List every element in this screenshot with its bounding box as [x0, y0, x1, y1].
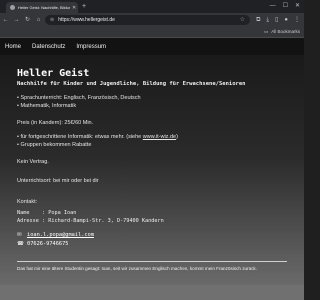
site-info-icon[interactable]: ⊜ — [50, 17, 54, 23]
phone-icon: ☎ — [17, 241, 24, 247]
download-icon[interactable]: ⤓ — [266, 13, 269, 27]
address-url[interactable]: https://www.hellergeist.de — [58, 17, 115, 23]
home-icon[interactable]: ⌂ — [33, 13, 44, 27]
note-suffix: ) — [176, 134, 178, 140]
main-content: Heller Geist Nachhilfe für Kinder und Ju… — [0, 55, 304, 285]
all-bookmarks-button[interactable]: ▭ All Bookmarks — [264, 28, 300, 36]
folder-icon: ▭ — [263, 29, 269, 34]
minimize-icon[interactable]: — — [270, 1, 276, 11]
location-text: Unterrichtsort: bei mir oder bei dir — [17, 178, 99, 184]
reload-icon[interactable]: ↻ — [22, 13, 33, 27]
note-item: Gruppen bekommen Rabatte — [17, 142, 91, 148]
toolbar-actions: ⧉ ⤓ ▯ ● ⋮ — [256, 13, 300, 27]
sidepanel-icon[interactable]: ▯ — [275, 13, 278, 27]
note-item: für fortgeschrittene Informatik: etwas m… — [17, 134, 178, 140]
site-nav: Home Datenschutz Impressum — [0, 38, 304, 55]
forward-icon[interactable]: → — [11, 13, 22, 27]
window-controls: — ☐ ✕ — [270, 1, 300, 11]
contact-heading: Kontakt: — [17, 199, 38, 205]
nav-impressum[interactable]: Impressum — [76, 44, 106, 50]
browser-toolbar: ← → ↻ ⌂ ⊜ https://www.hellergeist.de ☆ ⧉… — [0, 13, 304, 27]
email-icon: ✉ — [17, 232, 22, 238]
browser-tab[interactable]: Heller Geist: Nachhilfe, Bildung... ✕ — [6, 2, 78, 13]
bookmark-star-icon[interactable]: ☆ — [240, 16, 245, 24]
contract-text: Kein Vertrag. — [17, 159, 49, 165]
extensions-icon[interactable]: ⧉ — [256, 13, 260, 27]
subject-item: Mathematik, Informatik — [17, 103, 76, 109]
close-tab-icon[interactable]: ✕ — [72, 5, 76, 11]
menu-icon[interactable]: ⋮ — [294, 13, 300, 27]
maximize-icon[interactable]: ☐ — [283, 1, 288, 11]
contact-name: Name : Popa Ioan — [17, 210, 77, 216]
close-window-icon[interactable]: ✕ — [295, 1, 300, 11]
price-text: Preis (in Kandern): 25€/60 Min. — [17, 120, 94, 126]
tab-title: Heller Geist: Nachhilfe, Bildung... — [18, 5, 70, 10]
page-bottom — [0, 285, 304, 300]
address-bar[interactable]: ⊜ https://www.hellergeist.de ☆ — [45, 15, 250, 25]
footer-quote: Das hat mir eine ältere Studentin gesagt… — [17, 266, 257, 271]
profile-icon[interactable]: ● — [284, 13, 288, 27]
subject-item: Sprachunterricht: Englisch, Französisch,… — [17, 95, 140, 101]
favicon-icon — [10, 5, 15, 10]
it-wiz-link[interactable]: www.it-wiz.de — [143, 134, 176, 140]
phone-number: 07626-9746675 — [27, 241, 69, 247]
all-bookmarks-label: All Bookmarks — [271, 29, 300, 34]
bookmarks-bar: ▭ All Bookmarks — [0, 27, 304, 38]
email-link[interactable]: ioan.l.popa@gmail.com — [27, 232, 94, 238]
page-title: Heller Geist — [17, 68, 90, 79]
tab-strip: Heller Geist: Nachhilfe, Bildung... ✕ + … — [0, 0, 304, 13]
note-text: für fortgeschrittene Informatik: etwas m… — [20, 134, 143, 140]
page-subtitle: Nachhilfe für Kinder und Jugendliche, Bi… — [17, 81, 246, 87]
new-tab-icon[interactable]: + — [82, 2, 86, 11]
divider — [17, 261, 287, 262]
nav-datenschutz[interactable]: Datenschutz — [32, 44, 65, 50]
contact-address: Adresse : Richard-Bampi-Str. 3, D-79400 … — [17, 218, 164, 224]
nav-home[interactable]: Home — [5, 44, 21, 50]
back-icon[interactable]: ← — [0, 13, 11, 27]
